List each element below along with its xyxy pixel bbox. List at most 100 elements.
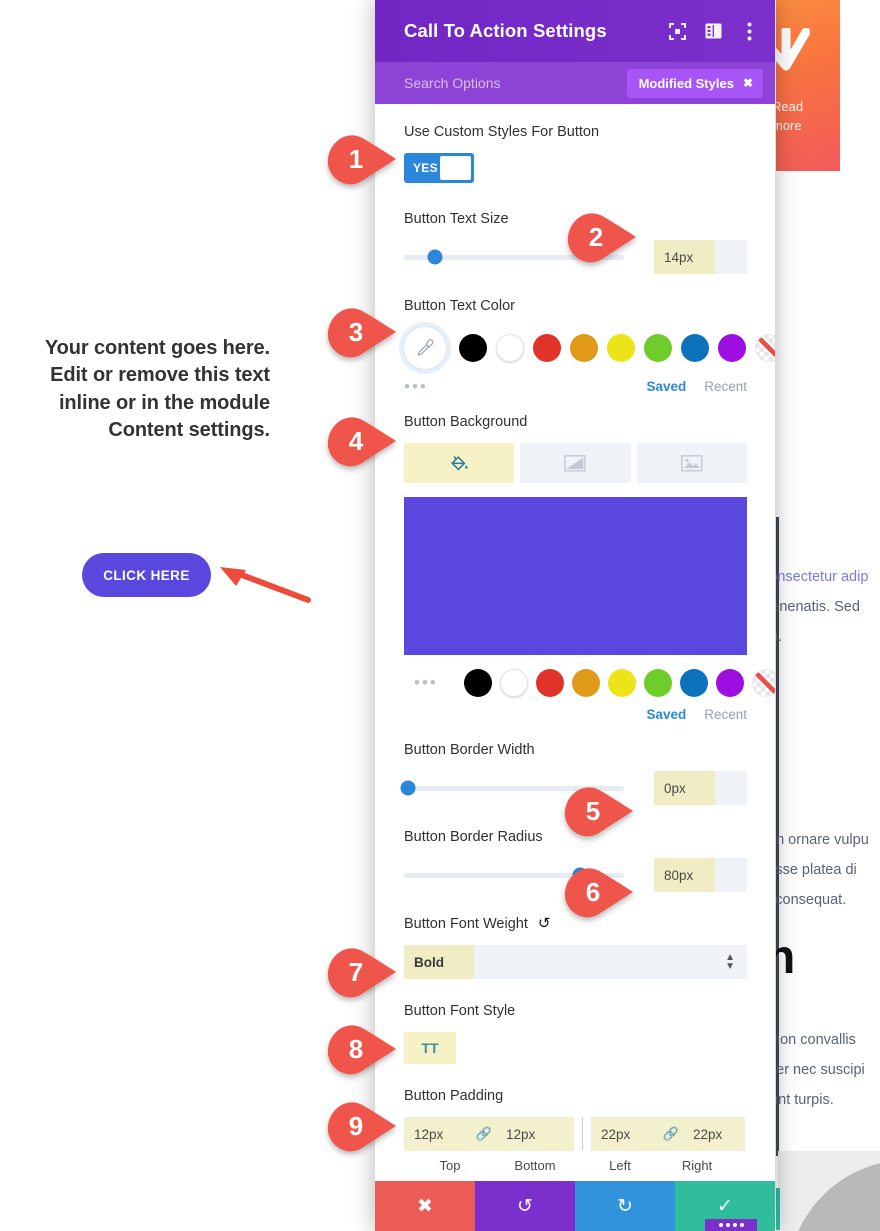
background-paragraph-line-1: consectetur adip <box>770 569 869 585</box>
swatch-blue[interactable] <box>681 334 709 362</box>
reset-icon[interactable]: ↺ <box>538 914 551 934</box>
padding-labels: Top Bottom Left Right <box>404 1158 747 1173</box>
field-label: Button Text Color <box>404 298 515 314</box>
search-bar: Search Options Modified Styles ✖ <box>375 62 775 104</box>
eyedropper-icon[interactable] <box>404 327 446 369</box>
redo-button[interactable]: ↻ <box>575 1181 675 1231</box>
modal-body: Use Custom Styles For Button YES Button … <box>375 104 775 1181</box>
swatch-red[interactable] <box>533 334 561 362</box>
swatch-purple[interactable] <box>715 669 744 697</box>
padding-bottom-input[interactable]: 12px <box>496 1117 574 1151</box>
callout-2: 2 <box>566 211 640 263</box>
border-width-value-box[interactable]: 0px <box>654 771 747 805</box>
callout-number: 3 <box>348 316 364 347</box>
swatch-black[interactable] <box>463 669 492 697</box>
swatch-black[interactable] <box>459 334 487 362</box>
callout-number: 9 <box>348 1110 364 1141</box>
font-weight-value: Bold <box>404 945 474 979</box>
field-label: Use Custom Styles For Button <box>404 124 600 140</box>
annotation-arrow-to-button <box>220 567 311 603</box>
field-button-text-color: Button Text Color ••• Saved Recent <box>404 296 775 395</box>
search-input[interactable]: Search Options <box>404 75 627 91</box>
background-cta-button[interactable]: CLICK HERE <box>82 553 211 597</box>
tab-background-image[interactable] <box>636 443 747 483</box>
field-font-style: Button Font Style TT <box>404 1001 747 1064</box>
resize-grip[interactable] <box>705 1219 757 1231</box>
border-width-value[interactable]: 0px <box>654 771 715 805</box>
modified-styles-chip[interactable]: Modified Styles ✖ <box>626 68 763 98</box>
background-right-column: Read more nt consectetur adip venenatis.… <box>770 0 880 1231</box>
callout-6: 6 <box>563 866 637 918</box>
swatch-white[interactable] <box>499 669 528 697</box>
background-paragraph-line-8: eger nec suscipi <box>770 1062 865 1078</box>
background-paragraph-line-9: dunt turpis. <box>770 1092 834 1108</box>
font-weight-select[interactable]: Bold ▲ ▼ <box>404 945 747 979</box>
custom-styles-toggle[interactable]: YES <box>404 153 474 183</box>
modal-title: Call To Action Settings <box>404 20 607 41</box>
swatch-green[interactable] <box>644 334 672 362</box>
undo-button[interactable]: ↺ <box>475 1181 575 1231</box>
callout-number: 6 <box>585 876 601 907</box>
swatch-none[interactable] <box>755 334 775 362</box>
slider-knob[interactable] <box>400 780 416 796</box>
padding-right-value: 22px <box>693 1126 723 1142</box>
field-label: Button Background <box>404 414 528 430</box>
more-colors-icon[interactable]: ••• <box>404 378 428 395</box>
swatch-none[interactable] <box>751 669 775 697</box>
background-paragraph-line-5: itasse platea di <box>770 862 857 878</box>
more-colors-icon[interactable]: ••• <box>414 674 438 691</box>
padding-left-input[interactable]: 22px <box>591 1117 659 1151</box>
padding-right-label: Right <box>681 1158 713 1173</box>
font-style-tt-button[interactable]: TT <box>404 1032 456 1064</box>
layout-panel-icon[interactable] <box>703 21 723 41</box>
fullscreen-icon[interactable] <box>667 21 687 41</box>
callout-number: 1 <box>348 143 364 174</box>
read-more-text[interactable]: Read more <box>772 98 832 136</box>
padding-left-label: Left <box>609 1158 631 1173</box>
callout-number: 7 <box>348 956 364 987</box>
padding-bottom-label: Bottom <box>514 1158 556 1173</box>
field-button-background: Button Background ••• Saved Recent <box>404 412 775 722</box>
text-size-value[interactable]: 14px <box>654 240 715 274</box>
recent-tab[interactable]: Recent <box>704 707 747 722</box>
swatch-blue[interactable] <box>679 669 708 697</box>
recent-tab[interactable]: Recent <box>704 379 747 394</box>
toggle-knob[interactable] <box>440 156 471 180</box>
callout-number: 2 <box>588 221 604 252</box>
background-paragraph-line-7: , non convallis <box>770 1032 856 1048</box>
swatch-yellow[interactable] <box>607 669 636 697</box>
field-button-padding: Button Padding 12px 🔗 12px 22px 🔗 22px T… <box>404 1086 747 1173</box>
toggle-value: YES <box>413 161 438 175</box>
slider-knob[interactable] <box>427 249 443 265</box>
background-color-preview[interactable] <box>404 497 747 655</box>
swatch-orange[interactable] <box>571 669 600 697</box>
border-radius-value[interactable]: 80px <box>654 858 715 892</box>
saved-tab[interactable]: Saved <box>646 379 686 394</box>
orange-promo-card: Read more <box>770 0 840 171</box>
swatch-red[interactable] <box>535 669 564 697</box>
border-radius-value-box[interactable]: 80px <box>654 858 747 892</box>
gradient-icon <box>564 454 586 472</box>
swatch-green[interactable] <box>643 669 672 697</box>
padding-top-input[interactable]: 12px <box>404 1117 472 1151</box>
link-icon[interactable]: 🔗 <box>472 1117 496 1151</box>
swatch-white[interactable] <box>496 334 524 362</box>
swatch-yellow[interactable] <box>607 334 635 362</box>
padding-right-input[interactable]: 22px <box>683 1117 745 1151</box>
close-icon[interactable]: ✖ <box>743 76 753 90</box>
callout-number: 8 <box>348 1033 364 1064</box>
background-type-tabs <box>404 443 747 483</box>
background-paragraph-line-6: s consequat. <box>770 892 847 908</box>
check-icon <box>770 28 810 71</box>
chevron-updown-icon[interactable]: ▲ ▼ <box>725 953 735 972</box>
callout-9: 9 <box>326 1100 400 1152</box>
saved-tab[interactable]: Saved <box>646 707 686 722</box>
text-size-value-box[interactable]: 14px <box>654 240 747 274</box>
swatch-purple[interactable] <box>718 334 746 362</box>
swatch-orange[interactable] <box>570 334 598 362</box>
link-icon[interactable]: 🔗 <box>659 1117 683 1151</box>
tab-background-gradient[interactable] <box>520 443 631 483</box>
cancel-button[interactable]: ✖ <box>375 1181 475 1231</box>
more-vertical-icon[interactable] <box>739 21 759 41</box>
tab-background-color[interactable] <box>404 443 515 483</box>
